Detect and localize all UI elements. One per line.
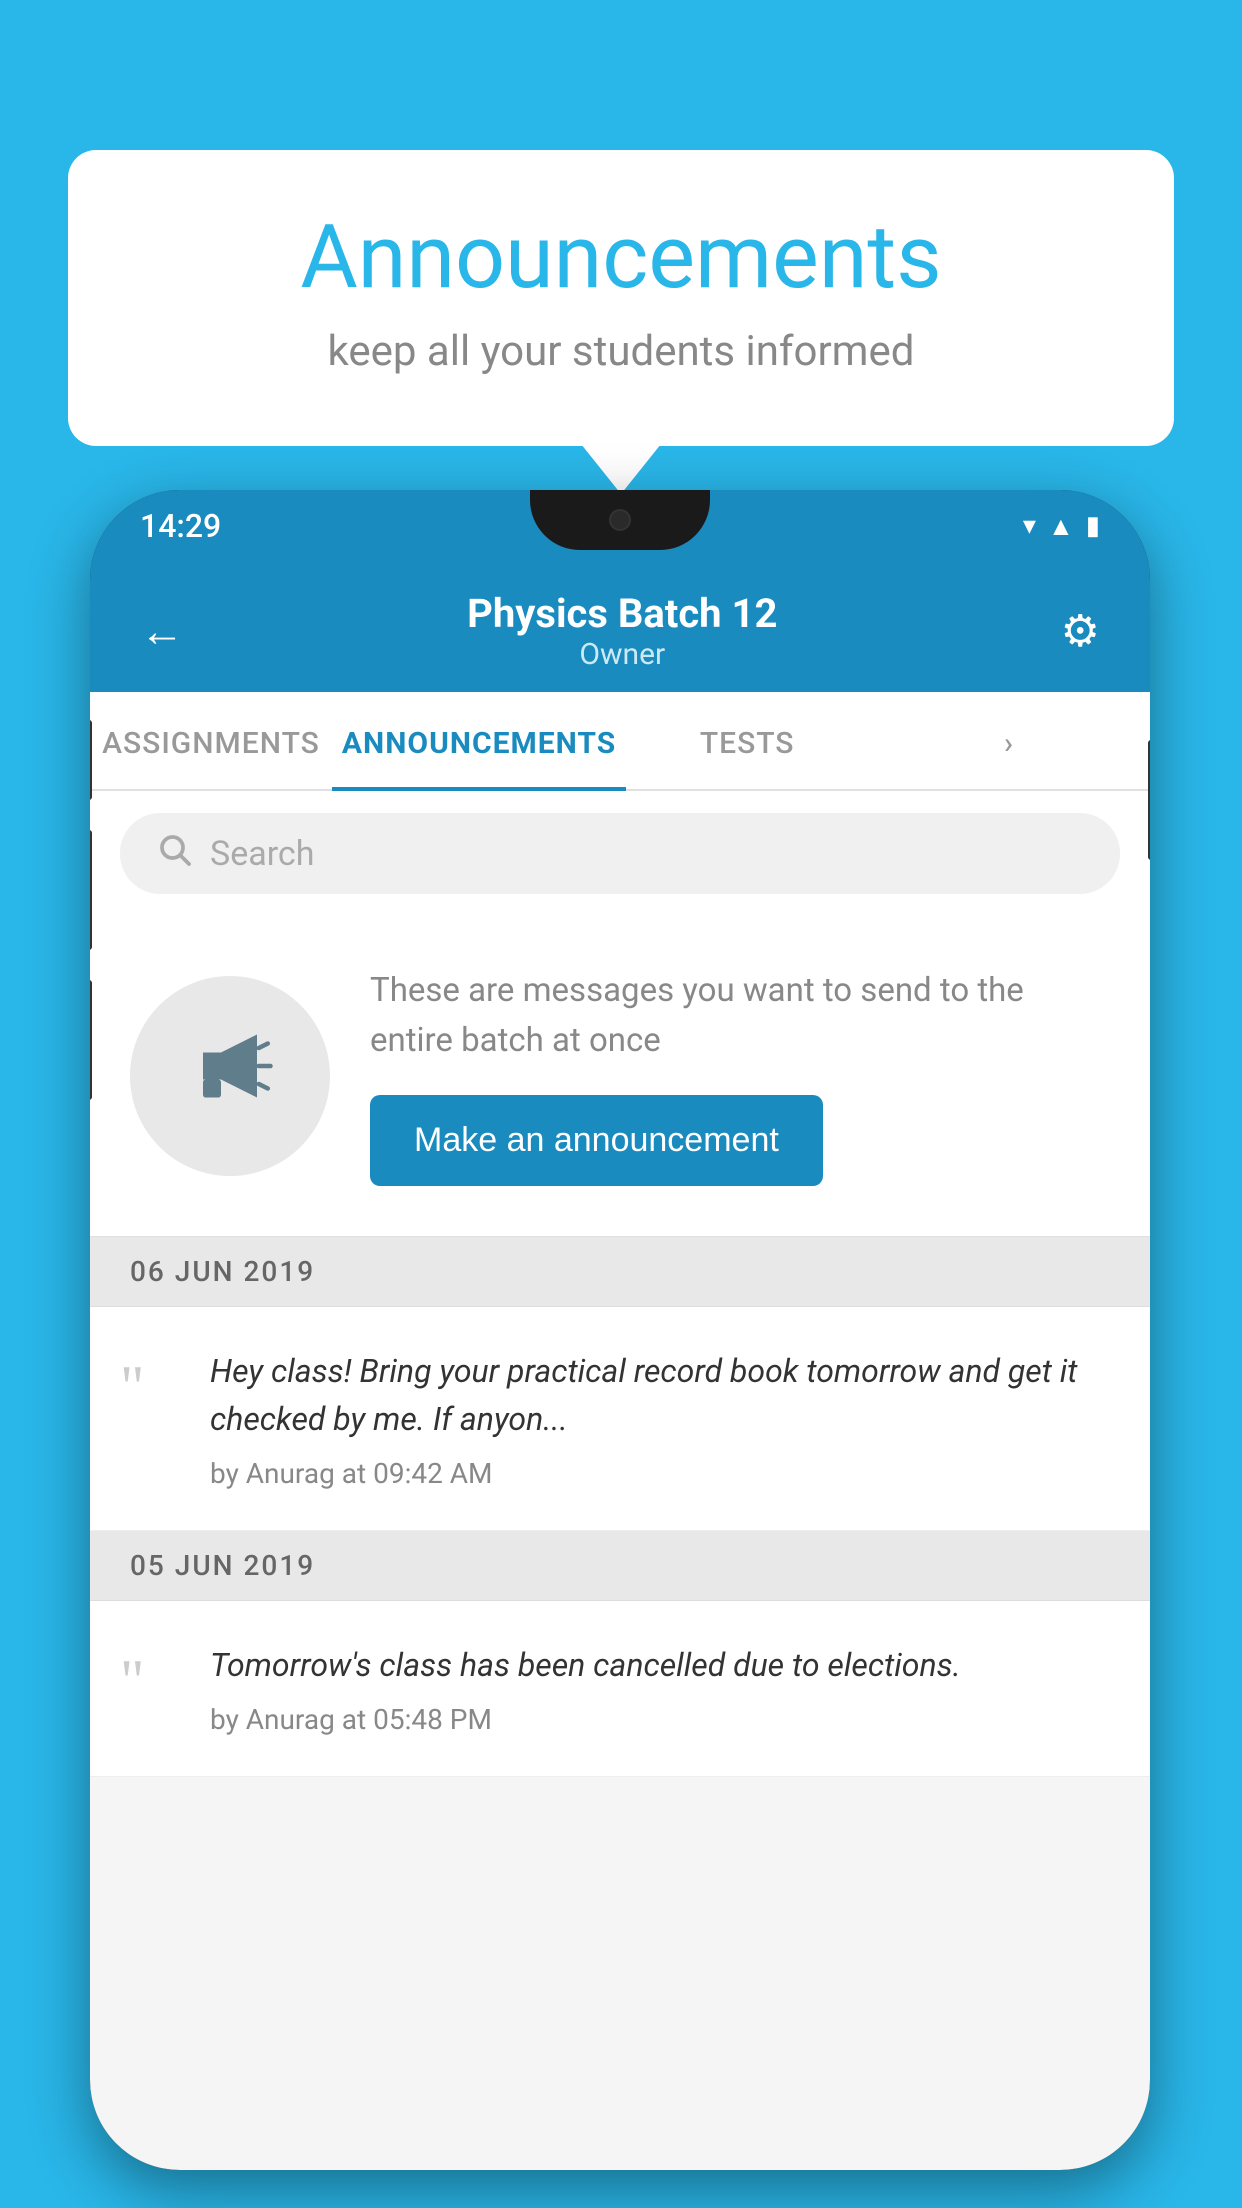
- search-placeholder: Search: [210, 834, 314, 874]
- status-time: 14:29: [140, 507, 221, 545]
- announcement-prompt: These are messages you want to send to t…: [90, 916, 1150, 1237]
- announcement-item-2[interactable]: " Tomorrow's class has been cancelled du…: [90, 1601, 1150, 1777]
- search-bar[interactable]: Search: [120, 813, 1120, 894]
- speech-bubble: Announcements keep all your students inf…: [68, 150, 1174, 446]
- speech-title: Announcements: [148, 210, 1094, 307]
- wifi-icon: ▾: [1023, 511, 1036, 541]
- status-icons: ▾ ▲ ▮: [1023, 511, 1100, 542]
- quote-icon-2: ": [120, 1651, 180, 1711]
- speech-subtitle: keep all your students informed: [148, 327, 1094, 376]
- tabs-bar: ASSIGNMENTS ANNOUNCEMENTS TESTS ›: [90, 692, 1150, 791]
- announcement-text-2: Tomorrow's class has been cancelled due …: [210, 1641, 1110, 1689]
- phone-frame: 14:29 ▾ ▲ ▮ ← Physics Batch 12 Owner ⚙ A…: [90, 490, 1150, 2170]
- batch-role: Owner: [467, 637, 777, 672]
- battery-icon: ▮: [1086, 511, 1100, 541]
- tab-announcements[interactable]: ANNOUNCEMENTS: [332, 692, 626, 789]
- announcement-meta-1: by Anurag at 09:42 AM: [210, 1457, 1110, 1490]
- announcement-text-1: Hey class! Bring your practical record b…: [210, 1347, 1110, 1443]
- settings-button[interactable]: ⚙: [1061, 605, 1100, 657]
- date-separator-2: 05 JUN 2019: [90, 1531, 1150, 1601]
- camera-dot: [609, 509, 631, 531]
- content-area: Search: [90, 791, 1150, 2170]
- tab-assignments[interactable]: ASSIGNMENTS: [90, 692, 332, 789]
- announcement-right: These are messages you want to send to t…: [370, 966, 1110, 1186]
- status-bar: 14:29 ▾ ▲ ▮: [90, 490, 1150, 562]
- announcement-content-1: Hey class! Bring your practical record b…: [210, 1347, 1110, 1490]
- make-announcement-button[interactable]: Make an announcement: [370, 1095, 823, 1186]
- tab-tests[interactable]: TESTS: [626, 692, 868, 789]
- search-icon: [156, 831, 192, 876]
- phone-volume-down-button: [90, 980, 92, 1100]
- date-separator-1: 06 JUN 2019: [90, 1237, 1150, 1307]
- announcement-description: These are messages you want to send to t…: [370, 966, 1110, 1065]
- tab-more[interactable]: ›: [868, 692, 1150, 789]
- announcement-content-2: Tomorrow's class has been cancelled due …: [210, 1641, 1110, 1736]
- phone-volume-up-button: [90, 830, 92, 950]
- search-container: Search: [90, 791, 1150, 916]
- batch-name-title: Physics Batch 12: [467, 590, 777, 637]
- quote-icon-1: ": [120, 1357, 180, 1417]
- signal-icon: ▲: [1048, 511, 1074, 542]
- megaphone-icon: [185, 1021, 275, 1131]
- header-title-block: Physics Batch 12 Owner: [467, 590, 777, 672]
- notch: [530, 490, 710, 550]
- announcement-meta-2: by Anurag at 05:48 PM: [210, 1703, 1110, 1736]
- app-header: ← Physics Batch 12 Owner ⚙: [90, 562, 1150, 692]
- announcement-item-1[interactable]: " Hey class! Bring your practical record…: [90, 1307, 1150, 1531]
- announcement-icon-circle: [130, 976, 330, 1176]
- back-button[interactable]: ←: [140, 605, 184, 657]
